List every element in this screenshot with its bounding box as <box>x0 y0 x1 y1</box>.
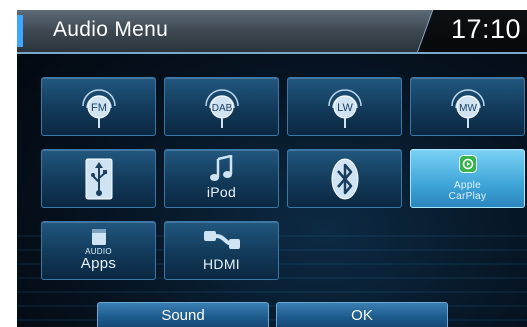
music-note-icon <box>210 155 233 181</box>
source-carplay-button[interactable]: Apple CarPlay <box>410 149 525 208</box>
hdmi-icon <box>204 231 240 249</box>
svg-text:FM: FM <box>91 102 107 114</box>
hdmi-label: HDMI <box>203 256 240 272</box>
carplay-label-line2: CarPlay <box>448 191 487 202</box>
source-hdmi-button[interactable]: HDMI <box>164 221 279 280</box>
header-bar: Audio Menu 17:10 <box>17 10 527 54</box>
radio-mw-icon: MW <box>451 89 485 128</box>
radio-dab-icon: DAB <box>205 89 239 128</box>
audio-apps-label: Apps <box>80 255 117 272</box>
radio-fm-icon: FM <box>82 89 116 128</box>
svg-text:MW: MW <box>459 103 477 114</box>
carplay-label-line1: Apple <box>453 180 482 191</box>
sound-button[interactable]: Sound <box>97 302 269 327</box>
source-ipod-button[interactable]: iPod <box>164 149 279 208</box>
svg-text:DAB: DAB <box>212 103 233 114</box>
source-audio-apps-button[interactable]: AUDIO Apps <box>41 221 156 280</box>
radio-lw-icon: LW <box>328 89 362 128</box>
audio-apps-icon <box>92 229 106 245</box>
audio-menu-screen: Audio Menu 17:10 FM DAB LW MW iPod Apple… <box>17 10 527 327</box>
source-fm-button[interactable]: FM <box>41 77 156 136</box>
source-mw-button[interactable]: MW <box>410 77 525 136</box>
page-title: Audio Menu <box>53 18 169 41</box>
header-accent <box>17 15 23 47</box>
svg-text:LW: LW <box>337 102 353 114</box>
source-usb-button[interactable] <box>41 149 156 208</box>
clock: 17:10 <box>451 14 522 44</box>
source-dab-button[interactable]: DAB <box>164 77 279 136</box>
source-lw-button[interactable]: LW <box>287 77 402 136</box>
carplay-icon <box>459 155 477 173</box>
usb-icon <box>85 158 113 200</box>
source-bluetooth-button[interactable] <box>287 149 402 208</box>
ipod-label: iPod <box>206 184 237 200</box>
bluetooth-icon <box>331 158 359 200</box>
ok-button[interactable]: OK <box>276 302 448 327</box>
